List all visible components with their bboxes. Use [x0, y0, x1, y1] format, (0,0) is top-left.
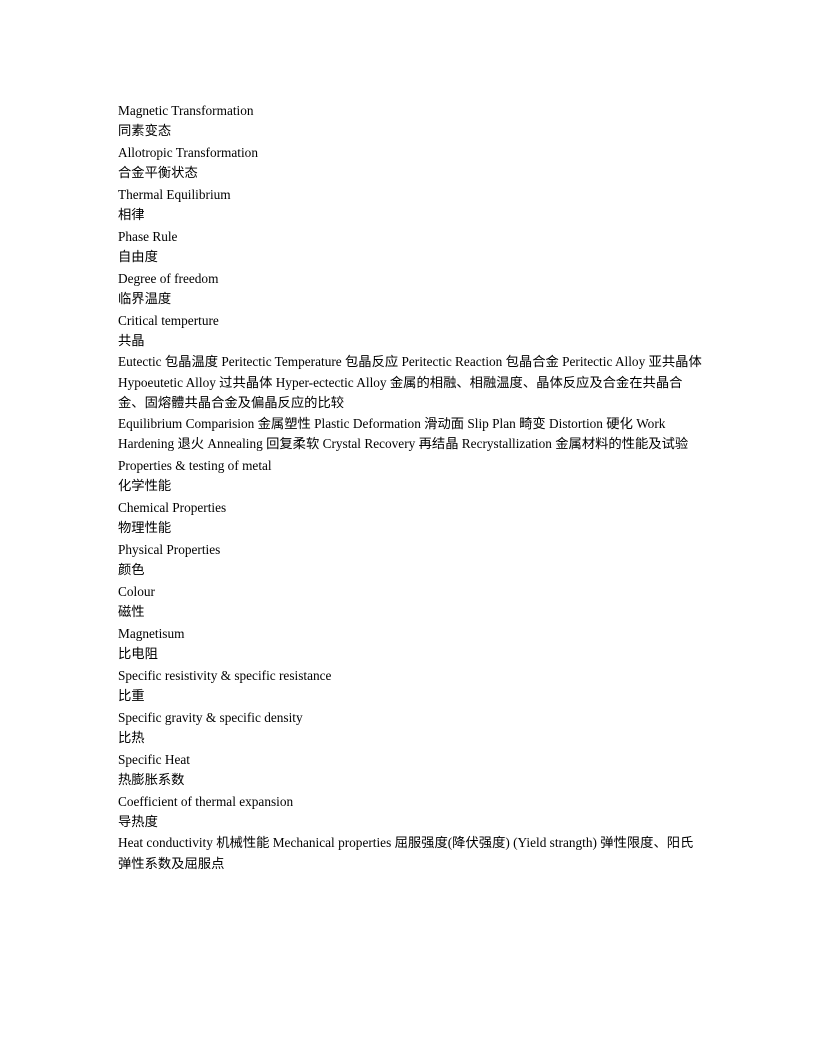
- glossary-line: 化学性能: [118, 478, 172, 494]
- glossary-line: Degree of freedom: [118, 271, 219, 286]
- glossary-line: 热膨胀系数: [118, 772, 185, 788]
- glossary-line: Eutectic 包晶温度 Peritectic Temperature 包晶反…: [118, 354, 702, 411]
- glossary-line: Phase Rule: [118, 229, 178, 244]
- glossary-line: 磁性: [118, 604, 145, 620]
- glossary-line: 物理性能: [118, 520, 172, 536]
- glossary-line: Thermal Equilibrium: [118, 187, 231, 202]
- glossary-line: Colour: [118, 583, 155, 599]
- glossary-line: Heat conductivity 机械性能 Mechanical proper…: [118, 834, 694, 871]
- glossary-line: Magnetic Transformation: [118, 103, 254, 118]
- glossary-line: Specific gravity & specific density: [118, 709, 303, 725]
- glossary-line: Coefficient of thermal expansion: [118, 793, 294, 809]
- document-page: Magnetic Transformation 同素变态 Allotropic Tr…: [0, 0, 816, 1056]
- glossary-line: Properties & testing of metal: [118, 457, 272, 473]
- glossary-line: Specific resistivity & specific resistan…: [118, 667, 332, 683]
- glossary-line: 临界温度: [118, 292, 172, 307]
- glossary-line: 合金平衡状态: [118, 166, 198, 181]
- glossary-line: 共晶: [118, 334, 145, 349]
- glossary-line: Specific Heat: [118, 751, 190, 767]
- glossary-line: 导热度: [118, 814, 158, 830]
- glossary-line: 比重: [118, 688, 145, 704]
- glossary-line: Physical Properties: [118, 541, 221, 557]
- glossary-line: 自由度: [118, 250, 158, 265]
- glossary-text-block: Magnetic Transformation 同素变态 Allotropic Tr…: [118, 100, 704, 874]
- glossary-line: 相律: [118, 208, 145, 223]
- glossary-line: Magnetisum: [118, 625, 185, 641]
- glossary-line: Equilibrium Comparision 金属塑性 Plastic Def…: [118, 415, 689, 452]
- glossary-line: 比电阻: [118, 646, 158, 662]
- glossary-line: Allotropic Transformation: [118, 145, 258, 160]
- glossary-line: Critical temperture: [118, 313, 219, 328]
- glossary-line: Chemical Properties: [118, 499, 227, 515]
- glossary-line: 比热: [118, 730, 145, 746]
- glossary-line: 同素变态: [118, 124, 172, 139]
- glossary-line: 颜色: [118, 562, 145, 578]
